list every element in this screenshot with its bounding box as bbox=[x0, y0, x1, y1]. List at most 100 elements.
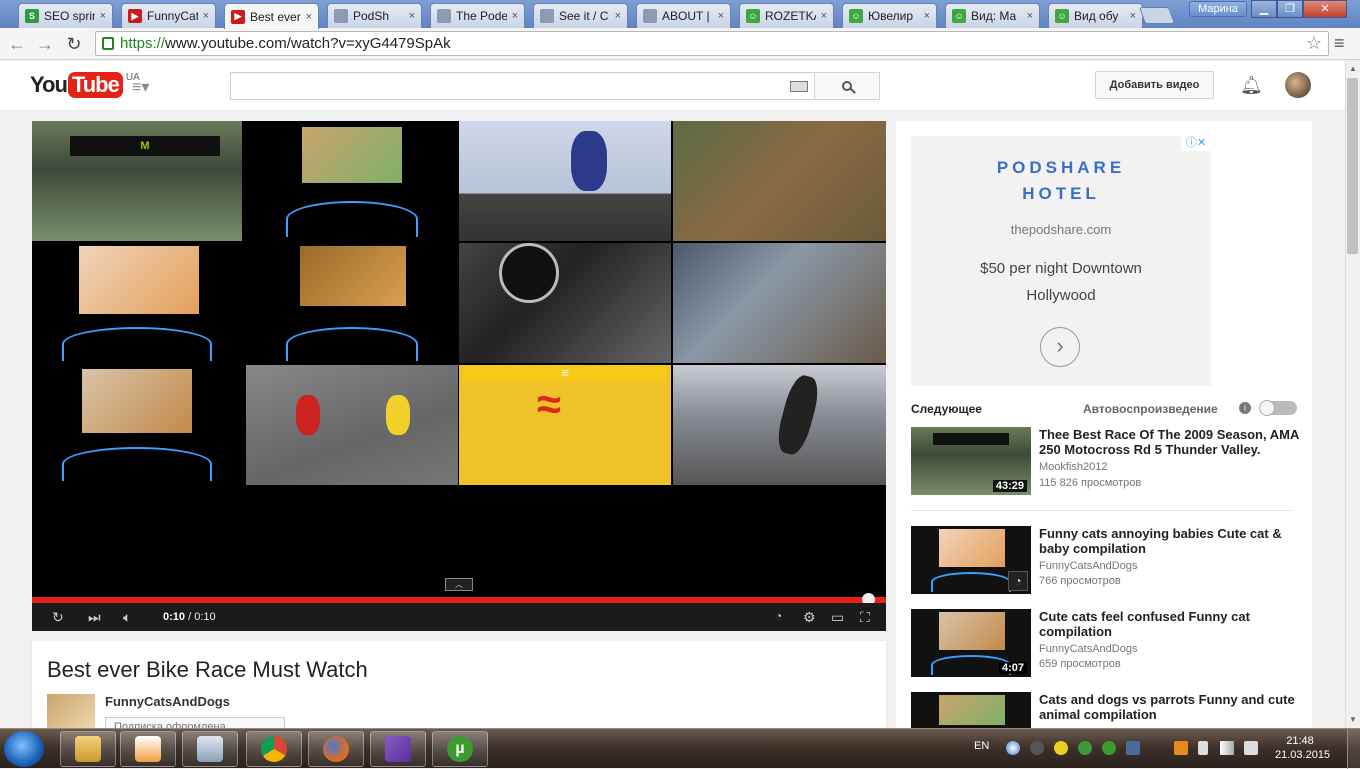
speaker-icon[interactable] bbox=[1244, 741, 1258, 755]
scroll-down-arrow-icon[interactable]: ▼ bbox=[1349, 715, 1357, 724]
adchoices-icon[interactable]: ⓘ✕ bbox=[1181, 136, 1211, 151]
start-button[interactable] bbox=[4, 731, 44, 767]
phone-tray-icon[interactable] bbox=[1198, 741, 1208, 755]
browser-tab[interactable]: ☺ Ювелир × bbox=[842, 3, 937, 28]
show-desktop-button[interactable] bbox=[1347, 729, 1360, 769]
recommendation-title[interactable]: Cute cats feel confused Funny cat compil… bbox=[1039, 609, 1301, 639]
wifi-tray-icon[interactable] bbox=[1174, 741, 1188, 755]
browser-tab[interactable]: ☺ ROZETKA × bbox=[739, 3, 834, 28]
taskbar-calculator[interactable] bbox=[182, 731, 238, 767]
notifications-bell-icon[interactable]: 🔔︎ bbox=[1240, 75, 1263, 96]
endscreen-thumb-motorbike-jump[interactable] bbox=[459, 121, 671, 241]
close-window-button[interactable]: ✕ bbox=[1303, 0, 1347, 18]
tab-close-icon[interactable]: × bbox=[1130, 10, 1136, 22]
taskbar-explorer[interactable] bbox=[60, 731, 116, 767]
channel-name[interactable]: FunnyCatsAndDogs bbox=[105, 694, 230, 709]
tab-close-icon[interactable]: × bbox=[615, 10, 621, 22]
endscreen-thumb-superbike-race[interactable] bbox=[246, 365, 458, 485]
device-tray-icon[interactable] bbox=[1126, 741, 1140, 755]
tab-close-icon[interactable]: × bbox=[306, 11, 312, 23]
browser-tab[interactable]: ☺ Вид обу × bbox=[1048, 3, 1143, 28]
browser-tab[interactable]: ABOUT | × bbox=[636, 3, 731, 28]
browser-tab[interactable]: S SEO sprint × bbox=[18, 3, 113, 28]
youtube-logo[interactable]: You Tube UA bbox=[30, 72, 140, 98]
endscreen-thumb-cat-parrot[interactable] bbox=[246, 121, 458, 241]
tab-close-icon[interactable]: × bbox=[512, 10, 518, 22]
new-tab-button[interactable] bbox=[1138, 7, 1176, 24]
plus-tray-icon[interactable] bbox=[1054, 741, 1068, 755]
endscreen-thumb-rider-helmet[interactable] bbox=[459, 243, 671, 363]
browser-tab[interactable]: ☺ Вид: Ма × bbox=[945, 3, 1040, 28]
watch-later-icon[interactable]: ◔ bbox=[1008, 571, 1028, 591]
replay-icon[interactable]: ↻ bbox=[52, 609, 64, 626]
ad-go-arrow-icon[interactable]: › bbox=[1040, 327, 1080, 367]
taskbar-chrome[interactable] bbox=[246, 731, 302, 767]
utorrent-tray-icon[interactable] bbox=[1102, 741, 1116, 755]
recommendation-thumbnail[interactable] bbox=[911, 692, 1031, 728]
guide-menu-icon[interactable]: ≡▾ bbox=[132, 77, 149, 97]
maximize-button[interactable]: ❐ bbox=[1277, 0, 1303, 18]
reload-button[interactable]: ↻ bbox=[63, 33, 85, 55]
ad-banner[interactable]: ⓘ✕ PODSHARE HOTEL thepodshare.com $50 pe… bbox=[911, 136, 1211, 386]
browser-tab[interactable]: The Pode × bbox=[430, 3, 525, 28]
recommendation-title[interactable]: Cats and dogs vs parrots Funny and cute … bbox=[1039, 692, 1301, 722]
tab-close-icon[interactable]: × bbox=[821, 10, 827, 22]
scroll-up-arrow-icon[interactable]: ▲ bbox=[1349, 64, 1357, 73]
endscreen-thumb-mud-track[interactable] bbox=[673, 243, 886, 363]
autoplay-toggle[interactable] bbox=[1259, 400, 1297, 416]
recommendation-thumbnail[interactable]: ◔ bbox=[911, 526, 1031, 594]
input-language[interactable]: EN bbox=[974, 740, 989, 752]
endscreen-thumb-bike-race-game[interactable]: ≡ ≈ bbox=[459, 365, 671, 485]
taskbar-media-player[interactable] bbox=[120, 731, 176, 767]
recommendation-title[interactable]: Funny cats annoying babies Cute cat & ba… bbox=[1039, 526, 1301, 556]
browser-tab[interactable]: ▶ FunnyCats × bbox=[121, 3, 216, 28]
endscreen-thumb-motocross-track[interactable] bbox=[673, 121, 886, 241]
scrollbar-thumb[interactable] bbox=[1347, 78, 1358, 254]
settings-gear-icon[interactable]: ⚙︎ bbox=[803, 609, 816, 626]
signal-bars-icon[interactable] bbox=[1220, 741, 1234, 755]
volume-icon[interactable]: 🔈︎ bbox=[123, 609, 131, 626]
browser-user-badge[interactable]: Марина bbox=[1189, 1, 1247, 17]
info-icon[interactable]: i bbox=[1239, 402, 1251, 414]
fullscreen-icon[interactable]: ⛶ bbox=[860, 609, 870, 626]
next-icon[interactable]: ⏭︎ bbox=[88, 609, 101, 626]
tab-close-icon[interactable]: × bbox=[718, 10, 724, 22]
bookmark-star-icon[interactable]: ☆ bbox=[1306, 33, 1322, 54]
recommendation-thumbnail[interactable]: 4:07 bbox=[911, 609, 1031, 677]
system-clock[interactable]: 21:48 21.03.2015 bbox=[1275, 734, 1330, 762]
forward-button[interactable]: → bbox=[34, 33, 56, 55]
browser-tab[interactable]: PodSh × bbox=[327, 3, 422, 28]
network-globe-icon[interactable] bbox=[1006, 741, 1020, 755]
endscreen-thumb-motocross[interactable]: M bbox=[32, 121, 242, 241]
recommendation-item[interactable]: Cats and dogs vs parrots Funny and cute … bbox=[911, 692, 1301, 728]
upload-video-button[interactable]: Добавить видео bbox=[1095, 71, 1214, 99]
endscreen-thumb-stunt-rider[interactable] bbox=[673, 365, 886, 485]
recommendation-thumbnail[interactable]: 43:29 bbox=[911, 427, 1031, 495]
back-button[interactable]: ← bbox=[6, 33, 28, 55]
notification-tray-icon[interactable] bbox=[1030, 741, 1044, 755]
url-field[interactable]: https://www.youtube.com/watch?v=xyG4479S… bbox=[95, 31, 1329, 56]
theater-mode-icon[interactable]: ▭ bbox=[831, 609, 844, 626]
expand-endscreen-button[interactable]: ︿ bbox=[445, 578, 473, 591]
tab-close-icon[interactable]: × bbox=[203, 10, 209, 22]
taskbar-firefox[interactable] bbox=[308, 731, 364, 767]
minimize-button[interactable]: ▁ bbox=[1251, 0, 1277, 18]
tab-close-icon[interactable]: × bbox=[924, 10, 930, 22]
endscreen-thumb-cat-paper[interactable] bbox=[32, 365, 242, 485]
tab-close-icon[interactable]: × bbox=[1027, 10, 1033, 22]
browser-tab[interactable]: ▶ Best ever × bbox=[224, 3, 319, 29]
taskbar-utorrent[interactable]: µ bbox=[432, 731, 488, 767]
video-player[interactable]: M ≡ ≈ bbox=[32, 121, 886, 631]
browser-menu-icon[interactable]: ≡ bbox=[1334, 33, 1345, 54]
watch-later-icon[interactable]: ◔ bbox=[775, 609, 782, 623]
frog-tray-icon[interactable] bbox=[1078, 741, 1092, 755]
search-input[interactable] bbox=[230, 72, 815, 100]
endscreen-thumb-cat-baby[interactable] bbox=[32, 243, 242, 363]
endscreen-thumb-cat-room[interactable] bbox=[246, 243, 458, 363]
recommendation-title[interactable]: Thee Best Race Of The 2009 Season, AMA 2… bbox=[1039, 427, 1301, 457]
tab-close-icon[interactable]: × bbox=[409, 10, 415, 22]
taskbar-visual-studio[interactable] bbox=[370, 731, 426, 767]
user-avatar[interactable] bbox=[1285, 72, 1311, 98]
tab-close-icon[interactable]: × bbox=[100, 10, 106, 22]
keyboard-icon[interactable] bbox=[790, 81, 808, 92]
